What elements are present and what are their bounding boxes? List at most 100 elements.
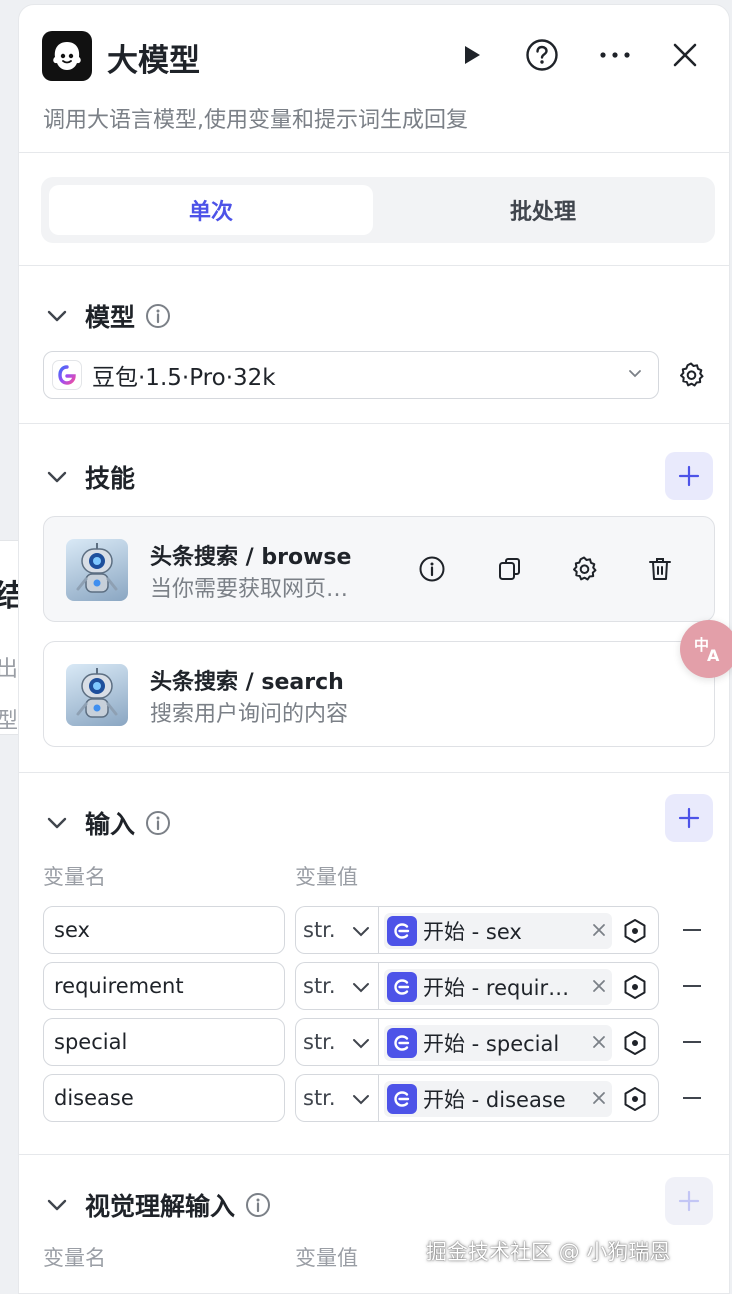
variable-name-input[interactable] [43, 962, 285, 1010]
info-icon[interactable] [145, 810, 171, 836]
remove-reference-icon[interactable] [590, 1033, 608, 1051]
reference-label: 开始 - requir… [423, 976, 570, 1000]
info-icon[interactable] [418, 555, 446, 583]
input-row: str. 开始 - sex [43, 906, 715, 954]
variable-name-input[interactable] [43, 1074, 285, 1122]
run-icon[interactable] [451, 35, 491, 75]
variable-picker-icon[interactable] [622, 918, 648, 944]
remove-reference-icon[interactable] [590, 1089, 608, 1107]
variable-type-label: str. [303, 1030, 336, 1054]
skill-description: 搜索用户询问的内容 [150, 702, 349, 727]
robot-avatar-icon [66, 539, 128, 601]
skills-section-title: 技能 [85, 464, 136, 493]
input-row: str. 开始 - requir… [43, 962, 715, 1010]
reference-tag: 开始 - requir… [384, 969, 612, 1005]
node-config-panel: 大模型 调用大语言模型,使用变量和提示词生成回复 单次 批处理 模型 豆包·1.… [18, 4, 730, 1294]
variable-reference-field[interactable]: 开始 - special [378, 1018, 659, 1066]
variable-type-label: str. [303, 918, 336, 942]
remove-reference-icon[interactable] [590, 921, 608, 939]
variable-name-input[interactable] [43, 1018, 285, 1066]
more-icon[interactable] [595, 35, 635, 75]
reference-tag: 开始 - special [384, 1025, 612, 1061]
remove-reference-icon[interactable] [590, 977, 608, 995]
translate-icon[interactable]: 中 A [680, 620, 732, 678]
section-divider [19, 265, 729, 266]
background-node-text: 型 [0, 709, 19, 734]
variable-type-label: str. [303, 974, 336, 998]
variable-type-select[interactable]: str. [295, 962, 379, 1010]
copy-icon[interactable] [496, 555, 524, 583]
variable-reference-field[interactable]: 开始 - disease [378, 1074, 659, 1122]
tab-batch[interactable]: 批处理 [381, 185, 705, 235]
reference-label: 开始 - disease [423, 1088, 566, 1112]
start-node-icon [387, 1084, 417, 1114]
model-select[interactable]: 豆包·1.5·Pro·32k [43, 351, 659, 399]
section-divider [19, 423, 729, 424]
chevron-down-icon [351, 1033, 371, 1058]
selected-model-name: 豆包·1.5·Pro·32k [92, 365, 276, 391]
remove-row-button[interactable] [681, 974, 703, 998]
reference-tag: 开始 - disease [384, 1081, 612, 1117]
skill-card-search[interactable]: 头条搜索 / search 搜索用户询问的内容 [43, 641, 715, 747]
svg-text:A: A [707, 646, 720, 664]
remove-row-button[interactable] [681, 1030, 703, 1054]
add-vision-input-button[interactable] [665, 1177, 713, 1225]
variable-picker-icon[interactable] [622, 974, 648, 1000]
remove-row-button[interactable] [681, 1086, 703, 1110]
chevron-down-icon [351, 977, 371, 1002]
model-settings-icon[interactable] [677, 361, 705, 393]
chevron-down-icon[interactable] [43, 1191, 71, 1219]
vision-section-title: 视觉理解输入 [85, 1192, 236, 1221]
info-icon[interactable] [145, 303, 171, 329]
info-icon[interactable] [245, 1192, 271, 1218]
start-node-icon [387, 1028, 417, 1058]
variable-type-select[interactable]: str. [295, 1074, 379, 1122]
background-node-text: 出 [0, 657, 19, 682]
column-header-variable-value: 变量值 [295, 865, 358, 889]
column-header-variable-value: 变量值 [295, 1246, 358, 1270]
reference-tag: 开始 - sex [384, 913, 612, 949]
variable-reference-field[interactable]: 开始 - requir… [378, 962, 659, 1010]
watermark-text: 掘金技术社区 @ 小狗瑞恩 [426, 1240, 671, 1264]
input-row: str. 开始 - special [43, 1018, 715, 1066]
start-node-icon [387, 972, 417, 1002]
close-icon[interactable] [665, 35, 705, 75]
model-section-title: 模型 [85, 303, 136, 332]
section-divider [19, 1154, 729, 1155]
delete-icon[interactable] [646, 555, 674, 583]
variable-picker-icon[interactable] [622, 1086, 648, 1112]
help-icon[interactable] [522, 35, 562, 75]
node-title: 大模型 [107, 43, 200, 79]
add-skill-button[interactable] [665, 452, 713, 500]
chevron-down-icon [351, 921, 371, 946]
reference-label: 开始 - sex [423, 920, 522, 944]
variable-type-select[interactable]: str. [295, 1018, 379, 1066]
chevron-down-icon[interactable] [43, 809, 71, 837]
add-input-button[interactable] [665, 794, 713, 842]
variable-type-select[interactable]: str. [295, 906, 379, 954]
chevron-down-icon [351, 1089, 371, 1114]
skills-section-header: 技能 [43, 459, 135, 495]
section-divider [19, 772, 729, 773]
variable-reference-field[interactable]: 开始 - sex [378, 906, 659, 954]
vision-section-header: 视觉理解输入 [43, 1187, 271, 1223]
variable-picker-icon[interactable] [622, 1030, 648, 1056]
variable-name-input[interactable] [43, 906, 285, 954]
llm-node-logo-icon [42, 31, 92, 81]
robot-avatar-icon [66, 664, 128, 726]
skill-card-browse[interactable]: 头条搜索 / browse 当你需要获取网页… [43, 516, 715, 622]
skill-name: 头条搜索 / browse [150, 545, 352, 570]
input-section-header: 输入 [43, 805, 171, 841]
chevron-down-icon [626, 364, 644, 386]
input-row: str. 开始 - disease [43, 1074, 715, 1122]
column-header-variable-name: 变量名 [43, 865, 106, 889]
input-section-title: 输入 [85, 810, 136, 839]
model-section-header: 模型 [43, 298, 171, 334]
variable-type-label: str. [303, 1086, 336, 1110]
gear-icon[interactable] [570, 555, 598, 583]
chevron-down-icon[interactable] [43, 463, 71, 491]
skill-name: 头条搜索 / search [150, 670, 344, 695]
chevron-down-icon[interactable] [43, 302, 71, 330]
tab-single[interactable]: 单次 [49, 185, 373, 235]
remove-row-button[interactable] [681, 918, 703, 942]
